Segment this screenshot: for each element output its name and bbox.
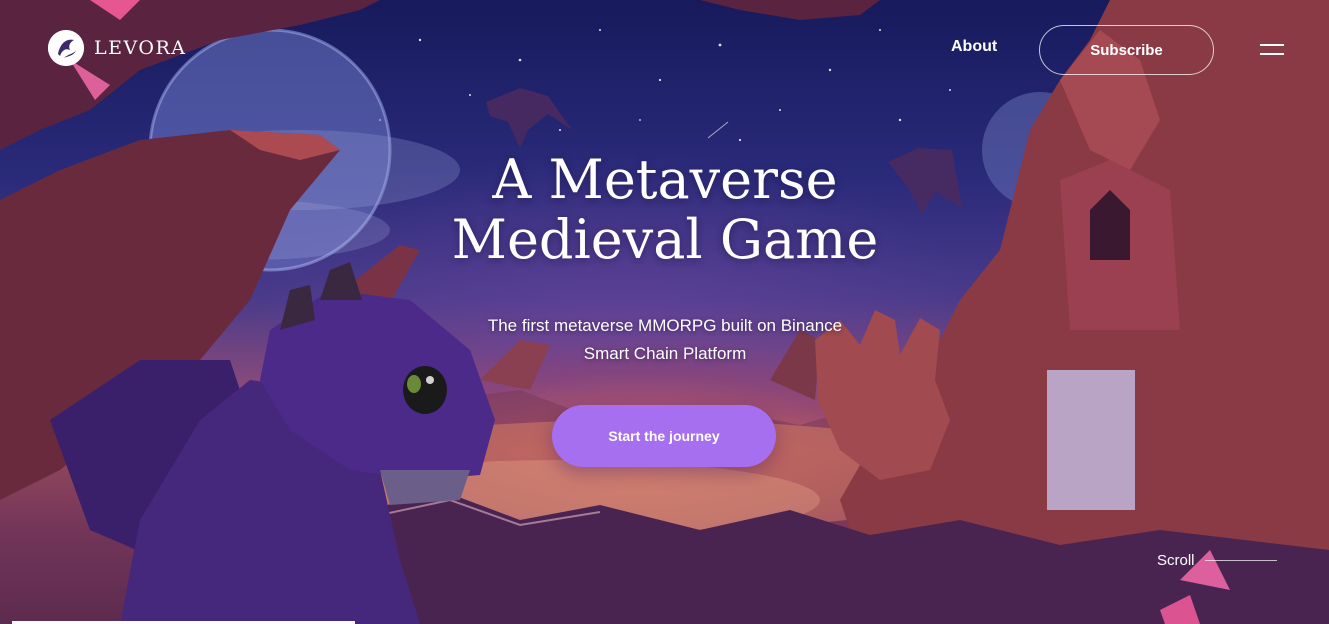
hero-subtitle: The first metaverse MMORPG built on Bina… — [415, 312, 915, 368]
flying-dragon — [486, 88, 572, 148]
stars — [379, 29, 951, 142]
hero-section: LEVORA About Subscribe A Metaverse Medie… — [0, 0, 1329, 624]
menu-line — [1260, 53, 1284, 55]
hero-title-line-2: Medieval Game — [451, 208, 879, 271]
brand-name: LEVORA — [94, 37, 187, 59]
shooting-star — [707, 121, 729, 139]
dragon-emblem-icon — [48, 30, 84, 66]
hero-subtitle-line-1: The first metaverse MMORPG built on Bina… — [487, 316, 843, 335]
hamburger-menu-icon[interactable] — [1260, 42, 1286, 58]
start-journey-button[interactable]: Start the journey — [552, 405, 776, 467]
scroll-line — [1204, 560, 1277, 561]
scroll-label: Scroll — [1157, 552, 1195, 569]
waterfall — [1047, 370, 1135, 510]
menu-line — [1260, 44, 1284, 46]
hero-subtitle-line-2: Smart Chain Platform — [583, 344, 747, 363]
scroll-indicator[interactable]: Scroll — [1157, 552, 1277, 569]
hero-title-line-1: A Metaverse — [492, 148, 838, 211]
dragon-horn — [320, 262, 362, 300]
logo-link[interactable]: LEVORA — [48, 30, 186, 66]
hero-title: A Metaverse Medieval Game — [365, 150, 965, 270]
subscribe-button[interactable]: Subscribe — [1039, 25, 1214, 75]
nav-about-link[interactable]: About — [951, 38, 997, 56]
